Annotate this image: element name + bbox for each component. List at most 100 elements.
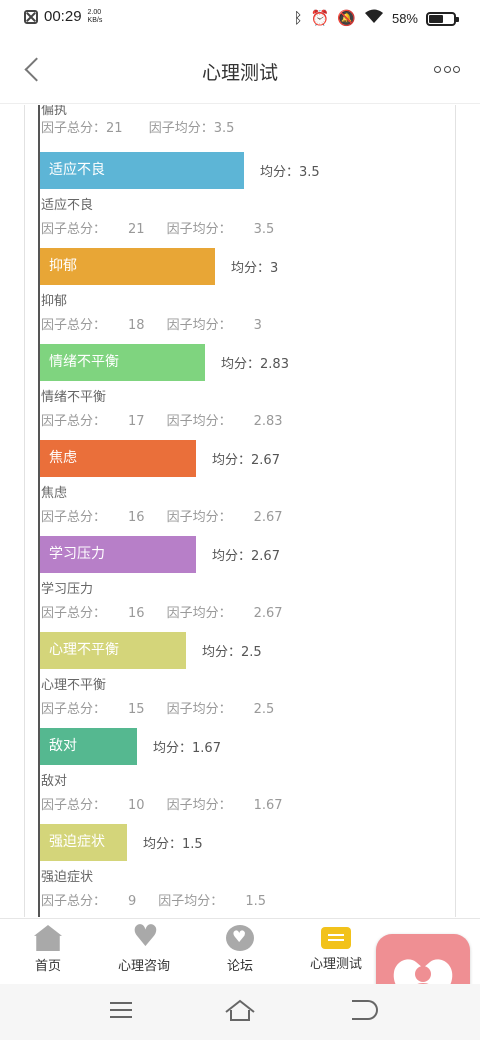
factor-total: 因子总分： 16: [41, 510, 145, 525]
truncated-total-value: 21: [106, 121, 123, 136]
factor-stats: 因子总分： 16 因子均分： 2.67: [41, 506, 283, 525]
factor-stats: 因子总分： 18 因子均分： 3: [41, 314, 262, 333]
chart-item: 适应不良 均分：3.5 适应不良 因子总分： 21 因子均分： 3.5: [40, 152, 450, 248]
tab-home-label: 首页: [34, 959, 61, 974]
factor-name: 适应不良: [41, 198, 94, 213]
truncated-avg-value: 3.5: [213, 121, 235, 136]
back-nav-icon[interactable]: [352, 1000, 378, 1020]
chart-bar[interactable]: 敌对: [40, 728, 137, 765]
factor-total: 因子总分： 21: [41, 222, 145, 237]
factor-name: 抑郁: [41, 294, 68, 309]
tab-consult[interactable]: 心理咨询: [96, 919, 192, 983]
factor-total-value: 10: [128, 798, 145, 813]
more-dot-icon: [453, 65, 460, 73]
truncated-total-label: 因子总分：: [41, 121, 107, 136]
average-prefix: 均分：: [212, 453, 252, 468]
factor-total-value: 16: [128, 510, 145, 525]
factor-average: 因子均分： 1.67: [167, 798, 283, 813]
chart-item: 学习压力 均分：2.67 学习压力 因子总分： 16 因子均分： 2.67: [40, 536, 450, 632]
chart-bar[interactable]: 学习压力: [40, 536, 196, 573]
home-nav-icon[interactable]: [224, 998, 256, 1022]
average-value: 2.67: [251, 453, 280, 468]
test-icon: [321, 927, 351, 949]
status-left: 00:29 2.00 KB/s: [24, 8, 102, 25]
network-speed: 2.00 KB/s: [88, 9, 103, 25]
average-value: 2.67: [251, 549, 280, 564]
factor-average: 因子均分： 3: [167, 318, 262, 333]
factor-average-value: 3.5: [253, 222, 275, 237]
system-nav-bar: [0, 984, 480, 1040]
bar-average-label: 均分：2.5: [202, 641, 262, 660]
battery-percent: 58%: [391, 11, 418, 26]
chart-bar[interactable]: 强迫症状: [40, 824, 127, 861]
bar-average-label: 均分：3: [231, 257, 278, 276]
factor-total-value: 16: [128, 606, 145, 621]
factor-total-label: 因子总分：: [41, 222, 107, 237]
tab-consult-label: 心理咨询: [117, 959, 170, 974]
factor-average-value: 3: [253, 318, 262, 333]
factor-average-label: 因子均分：: [166, 318, 232, 333]
more-dot-icon: [443, 65, 451, 73]
factor-name: 学习压力: [41, 582, 94, 597]
factor-total: 因子总分： 15: [41, 702, 145, 717]
bar-average-label: 均分：2.67: [212, 545, 280, 564]
average-prefix: 均分：: [153, 741, 193, 756]
factor-average-value: 2.67: [253, 606, 283, 621]
tab-home[interactable]: 首页: [0, 925, 96, 983]
factor-average: 因子均分： 1.5: [158, 894, 266, 909]
factor-total-label: 因子总分：: [41, 318, 107, 333]
average-prefix: 均分：: [143, 837, 183, 852]
tab-forum[interactable]: 论坛: [192, 925, 288, 983]
bar-average-label: 均分：2.83: [221, 353, 289, 372]
average-prefix: 均分：: [202, 645, 242, 660]
factor-average-label: 因子均分：: [166, 798, 232, 813]
factor-average-value: 1.5: [245, 894, 266, 909]
tab-test[interactable]: 心理测试: [288, 925, 384, 983]
factor-total-label: 因子总分：: [41, 798, 107, 813]
heart-consult-icon: [132, 919, 159, 955]
app-header: 心理测试: [0, 36, 480, 104]
status-bar: 00:29 2.00 KB/s ᛒ ⏰ 🔕 58%: [0, 0, 480, 36]
home-icon: [34, 925, 62, 951]
chart-bar[interactable]: 抑郁: [40, 248, 215, 285]
average-value: 1.5: [182, 837, 203, 852]
tab-forum-label: 论坛: [226, 959, 253, 974]
factor-average-value: 2.83: [253, 414, 283, 429]
factor-total-value: 18: [128, 318, 145, 333]
more-dot-icon: [434, 65, 441, 73]
factor-average-label: 因子均分：: [158, 894, 224, 909]
factor-average: 因子均分： 2.5: [167, 702, 275, 717]
wifi-icon: [364, 8, 384, 29]
chart-bar[interactable]: 焦虑: [40, 440, 196, 477]
factor-total-label: 因子总分：: [41, 894, 107, 909]
factor-stats: 因子总分： 9 因子均分： 1.5: [41, 890, 266, 909]
chart-bar[interactable]: 适应不良: [40, 152, 244, 189]
factor-average: 因子均分： 3.5: [167, 222, 275, 237]
factor-total-value: 17: [128, 414, 145, 429]
test-result-chart[interactable]: 偏执 因子总分：21 因子均分：3.5 适应不良 均分：3.5 适应不良 因子总分： 2…: [24, 105, 456, 917]
factor-stats: 因子总分： 16 因子均分： 2.67: [41, 602, 283, 621]
status-time: 00:29: [44, 8, 82, 25]
factor-average-value: 1.67: [253, 798, 283, 813]
menu-icon[interactable]: [110, 1002, 132, 1018]
factor-stats: 因子总分： 15 因子均分： 2.5: [41, 698, 274, 717]
more-options-button[interactable]: [434, 62, 460, 76]
battery-icon: [426, 11, 459, 26]
factor-total-label: 因子总分：: [41, 702, 107, 717]
truncated-item-stats: 因子总分：21 因子均分：3.5: [41, 117, 234, 136]
factor-average: 因子均分： 2.83: [167, 414, 283, 429]
page-title: 心理测试: [201, 62, 278, 84]
chart-item: 抑郁 均分：3 抑郁 因子总分： 18 因子均分： 3: [40, 248, 450, 344]
chart-bar[interactable]: 情绪不平衡: [40, 344, 205, 381]
chart-bar[interactable]: 心理不平衡: [40, 632, 186, 669]
chart-item: 焦虑 均分：2.67 焦虑 因子总分： 16 因子均分： 2.67: [40, 440, 450, 536]
average-value: 2.5: [241, 645, 262, 660]
chart-item: 情绪不平衡 均分：2.83 情绪不平衡 因子总分： 17 因子均分： 2.83: [40, 344, 450, 440]
factor-name: 心理不平衡: [41, 678, 107, 693]
factor-total: 因子总分： 9: [41, 894, 136, 909]
factor-name: 情绪不平衡: [41, 390, 107, 405]
average-value: 1.67: [192, 741, 221, 756]
factor-average-value: 2.67: [253, 510, 283, 525]
factor-average-label: 因子均分：: [166, 222, 232, 237]
factor-total-value: 9: [128, 894, 137, 909]
